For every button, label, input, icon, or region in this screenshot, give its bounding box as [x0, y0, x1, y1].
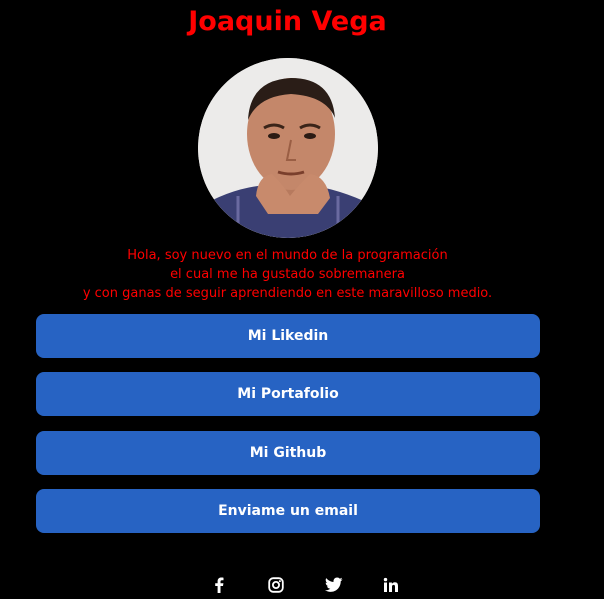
avatar-photo [198, 58, 378, 238]
email-button[interactable]: Enviame un email [36, 489, 540, 533]
linkedin-icon[interactable] [381, 575, 401, 595]
profile-name: Joaquin Vega [188, 6, 387, 37]
twitter-icon[interactable] [324, 575, 344, 595]
avatar [198, 58, 378, 238]
portfolio-button[interactable]: Mi Portafolio [36, 372, 540, 416]
facebook-icon[interactable] [209, 575, 229, 595]
bio-line: y con ganas de seguir aprendiendo en est… [82, 286, 493, 301]
github-button[interactable]: Mi Github [36, 431, 540, 475]
linkedin-button[interactable]: Mi Likedin [36, 314, 540, 358]
bio-text: Hola, soy nuevo en el mundo de la progra… [0, 246, 575, 303]
bio-line: Hola, soy nuevo en el mundo de la progra… [127, 248, 448, 263]
profile-page: Joaquin Vega Hola, soy nuevo en el mundo… [0, 0, 604, 599]
bio-line: el cual me ha gustado sobremanera [170, 267, 405, 282]
instagram-icon[interactable] [266, 575, 286, 595]
